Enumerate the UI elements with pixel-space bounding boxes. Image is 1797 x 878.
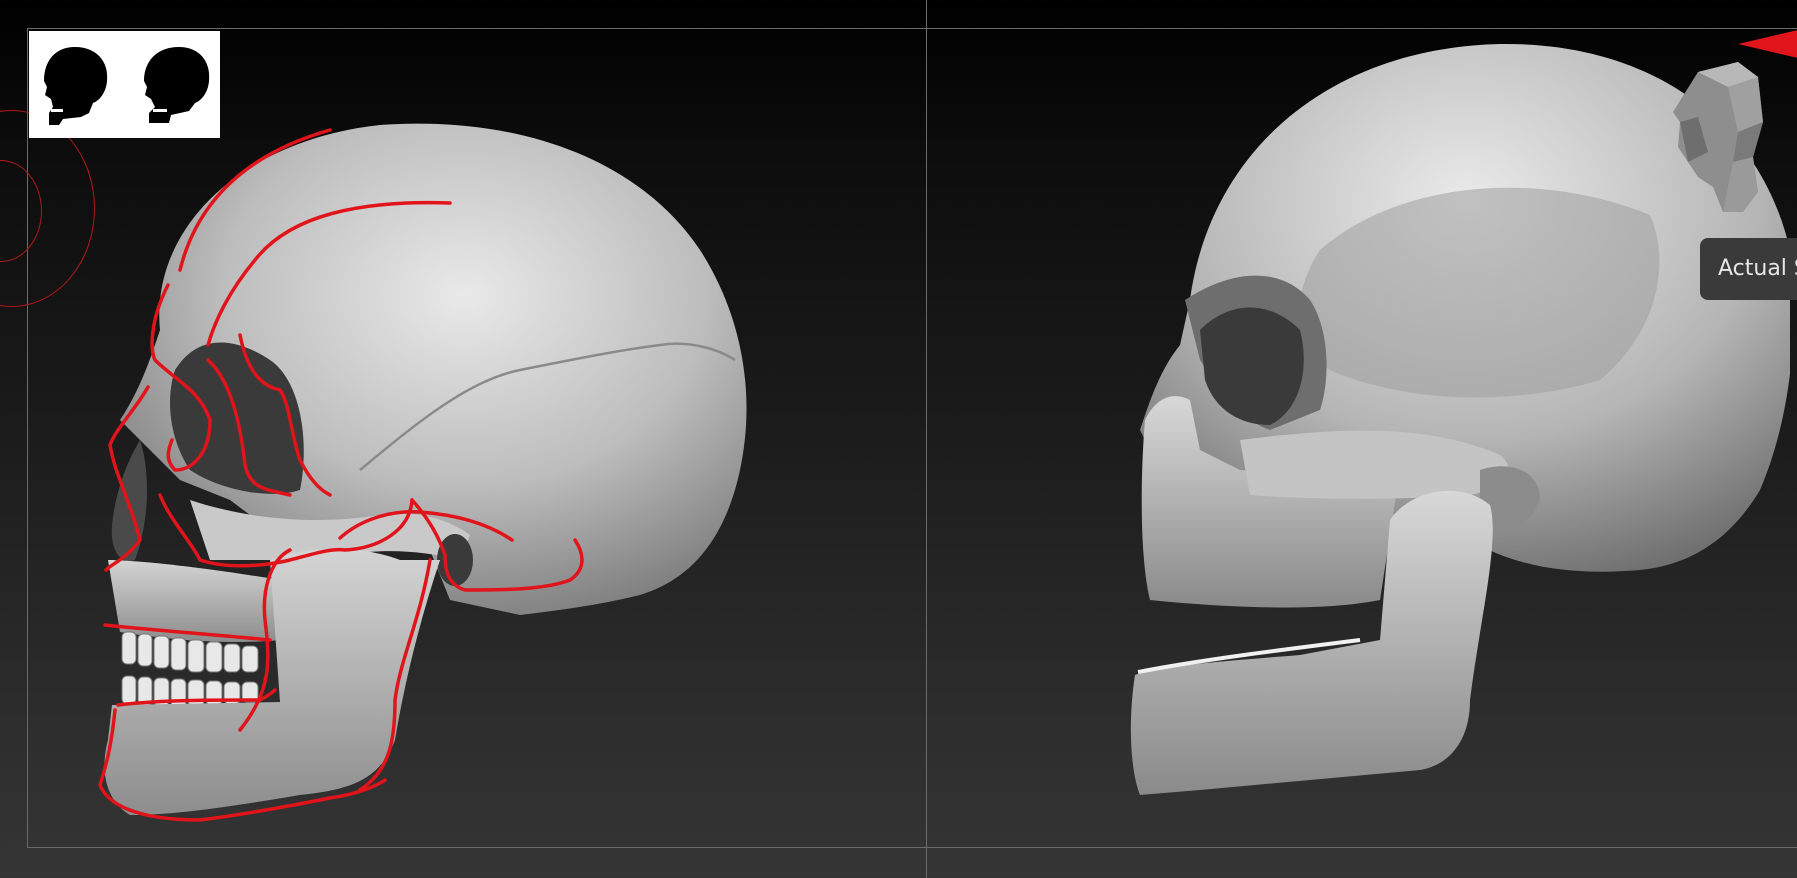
split-divider[interactable]: [926, 0, 927, 878]
annotated-skull-model[interactable]: [90, 110, 770, 830]
head-navigation-gizmo[interactable]: [1668, 62, 1778, 222]
red-arrow-indicator: [1738, 30, 1797, 58]
tooltip-text: Actual S: [1718, 256, 1797, 281]
tooltip: Actual S: [1700, 238, 1797, 300]
sculpt-viewport[interactable]: Actual S: [0, 0, 1797, 878]
